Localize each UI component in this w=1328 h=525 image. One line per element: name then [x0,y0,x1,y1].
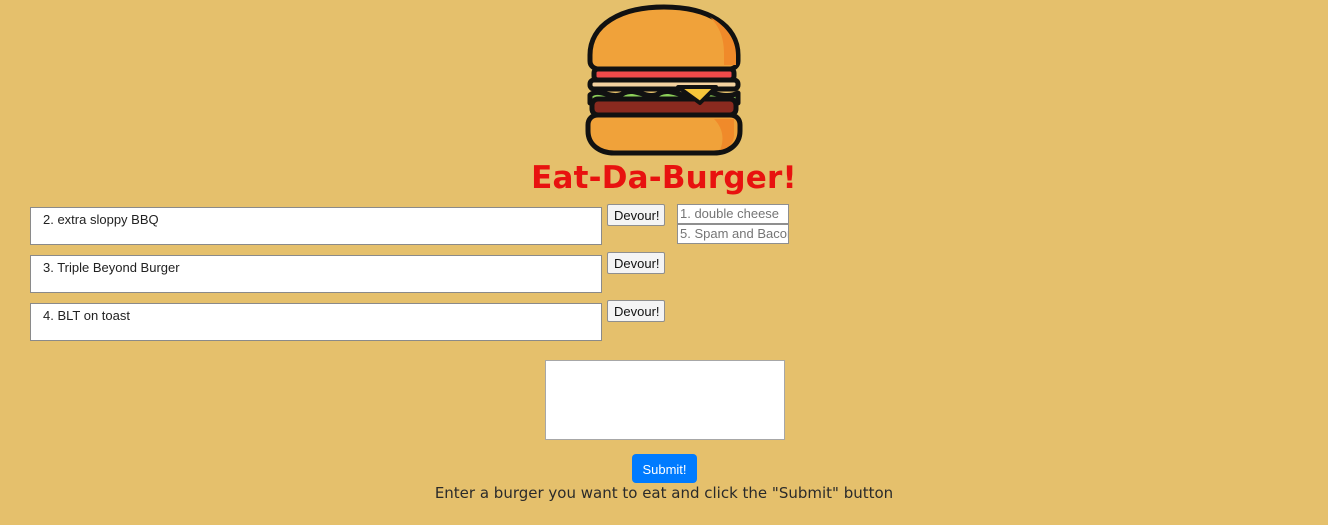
devoured-item: 1. double cheese [677,204,789,224]
page-title: Eat-Da-Burger! [531,160,797,196]
burger-item: 2. extra sloppy BBQ [30,207,602,245]
devour-button[interactable]: Devour! [607,252,665,274]
burger-item: 4. BLT on toast [30,303,602,341]
instructions-text: Enter a burger you want to eat and click… [434,484,894,502]
submit-button[interactable]: Submit! [632,454,697,483]
page: Eat-Da-Burger! 2. extra sloppy BBQ Devou… [0,0,1328,525]
burger-icon [585,4,743,156]
devoured-item: 5. Spam and Bacon [677,224,789,244]
devour-button[interactable]: Devour! [607,300,665,322]
devour-button[interactable]: Devour! [607,204,665,226]
new-burger-input[interactable] [545,360,785,440]
devoured-list: 1. double cheese 5. Spam and Bacon [677,204,789,244]
burger-item: 3. Triple Beyond Burger [30,255,602,293]
